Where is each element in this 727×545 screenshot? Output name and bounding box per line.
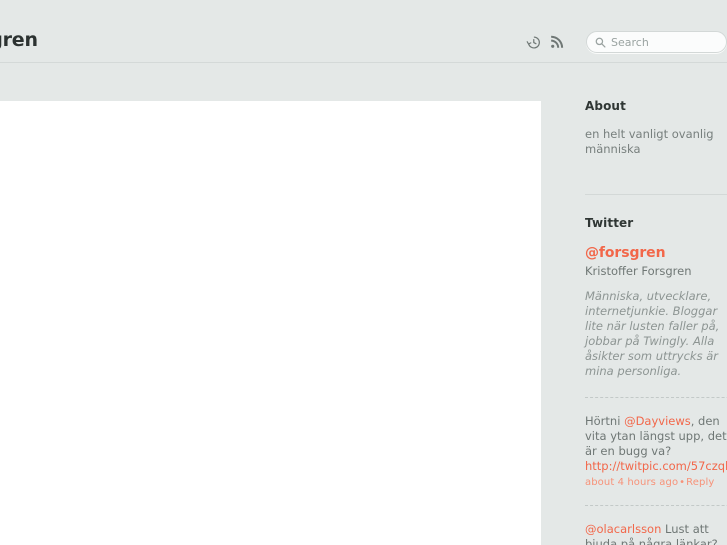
tweet-timestamp: about 4 hours ago	[585, 477, 679, 488]
tweet-mention-link[interactable]: @olacarlsson	[585, 522, 661, 536]
rss-icon[interactable]	[548, 33, 566, 51]
tweet-url-link[interactable]: http://twitpic.com/57czql	[585, 459, 727, 474]
tweet-text-before: Hörtni	[585, 414, 625, 428]
sidebar-inner: About en helt vanligt ovanlig människa T…	[552, 64, 727, 545]
twitter-widget: Twitter @forsgren Kristoffer Forsgren Mä…	[585, 195, 727, 545]
about-heading: About	[585, 99, 626, 113]
twitter-heading: Twitter	[585, 216, 634, 230]
search-input[interactable]	[611, 35, 711, 49]
search-icon	[595, 37, 606, 48]
sidebar: About en helt vanligt ovanlig människa T…	[552, 64, 727, 545]
tweet-item: Hörtni @Dayviews, den vita ytan längst u…	[585, 398, 727, 488]
tweet-text: Hörtni @Dayviews, den vita ytan längst u…	[585, 414, 727, 459]
tweet-meta-separator: •	[679, 477, 686, 488]
tweet-text: @olacarlsson Lust att bjuda på några län…	[585, 522, 727, 545]
page-root: forsgren	[0, 0, 727, 545]
main-content-area	[0, 101, 541, 545]
tweet-item: @olacarlsson Lust att bjuda på några län…	[585, 506, 727, 545]
twitter-handle-link[interactable]: @forsgren	[585, 230, 727, 261]
tweet-meta: about 4 hours ago•Reply	[585, 474, 727, 488]
tweet-reply-link[interactable]: Reply	[686, 477, 714, 488]
site-title[interactable]: forsgren	[0, 29, 38, 51]
header-tools	[524, 29, 727, 55]
about-widget: About en helt vanligt ovanlig människa	[585, 64, 727, 157]
search-box[interactable]	[586, 31, 727, 53]
history-icon[interactable]	[524, 33, 542, 51]
tweet-mention-link[interactable]: @Dayviews	[624, 414, 691, 428]
twitter-bio: Människa, utvecklare, internetjunkie. Bl…	[585, 289, 720, 378]
twitter-real-name: Kristoffer Forsgren	[585, 264, 692, 278]
about-text: en helt vanligt ovanlig människa	[585, 127, 714, 156]
site-header: forsgren	[0, 0, 727, 63]
